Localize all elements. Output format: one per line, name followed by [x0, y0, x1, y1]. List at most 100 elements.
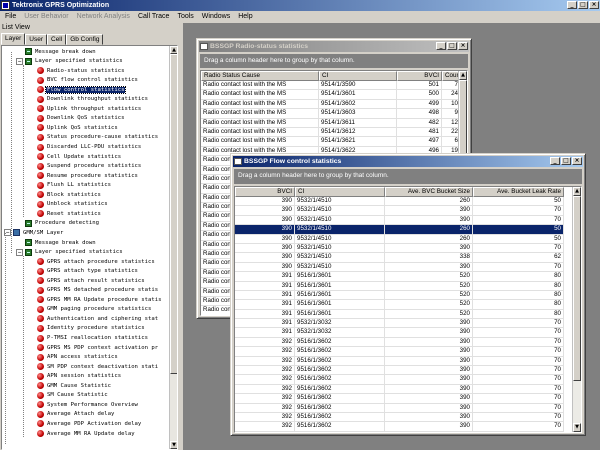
table-row[interactable]: 3929516/1/360239070: [235, 431, 564, 432]
maximize-button[interactable]: □: [561, 157, 571, 165]
tree-item[interactable]: Downlink QoS statistics: [37, 114, 125, 123]
menu-help[interactable]: Help: [234, 13, 256, 20]
tab-layer[interactable]: Layer: [1, 33, 26, 45]
tab-user[interactable]: User: [25, 34, 47, 45]
grid-scrollbar[interactable]: ▲ ▼: [572, 187, 581, 432]
table-row[interactable]: 390 9532/1/4510 260 50: [235, 197, 564, 207]
table-row[interactable]: 3929516/1/360239070: [235, 403, 564, 413]
tree-item[interactable]: GMM Cause Statistic: [37, 381, 112, 390]
collapse-toggle-icon[interactable]: −: [16, 248, 23, 256]
table-row[interactable]: 391 9532/1/3032 390 70: [235, 328, 564, 338]
maximize-button[interactable]: □: [447, 42, 457, 50]
tab-gb-config[interactable]: Gb Config: [66, 34, 104, 45]
menu-tools[interactable]: Tools: [173, 13, 197, 20]
tree-item[interactable]: Layer specified statistics: [25, 248, 124, 257]
table-row[interactable]: 390 9532/1/4510 390 70: [235, 215, 564, 226]
table-row[interactable]: Radio contact lost with the MS 9514/1/361…: [201, 127, 461, 138]
tree-item[interactable]: Unblock statistics: [37, 200, 109, 209]
tree-item[interactable]: Cell Update statistics: [37, 152, 122, 161]
tree-item[interactable]: GPRS MS detached procedure statis: [37, 286, 159, 295]
tree-item[interactable]: GMM/SM Layer: [13, 228, 64, 237]
column-header-ci[interactable]: CI: [319, 71, 397, 81]
close-button[interactable]: ×: [572, 157, 582, 165]
column-header-ave-bucket-leak-rate[interactable]: Ave. Bucket Leak Rate: [473, 187, 564, 197]
tree-item[interactable]: SM Cause Statistic: [37, 391, 109, 400]
flow-control-window[interactable]: BSSGP Flow control statistics _ □ × Drag…: [230, 153, 586, 436]
menu-user-behavior[interactable]: User Behavior: [20, 13, 72, 20]
table-row[interactable]: Radio contact lost with the MS 9514/1/362…: [201, 137, 461, 147]
table-row[interactable]: 390 9532/1/4510 260 50: [235, 225, 564, 235]
tree-item[interactable]: Reset statistics: [37, 209, 102, 218]
radio-status-titlebar[interactable]: BSSGP Radio-status statistics _ □ ×: [199, 41, 469, 52]
scroll-thumb[interactable]: [573, 196, 581, 381]
tree-scrollbar[interactable]: ▲ ▼: [169, 46, 177, 449]
menu-call-trace[interactable]: Call Trace: [134, 13, 174, 20]
tree-item[interactable]: Flow control statistics: [37, 85, 127, 94]
table-row[interactable]: 391 9516/1/3601 520 80: [235, 281, 564, 291]
scroll-thumb[interactable]: [170, 54, 177, 374]
tree-item[interactable]: Uplink throughput statistics: [37, 104, 142, 113]
tree-item[interactable]: BVC flow control statistics: [37, 76, 139, 85]
table-row[interactable]: Radio contact lost with the MS 9514/1/361…: [201, 118, 461, 128]
minimize-button[interactable]: _: [567, 1, 577, 9]
tree-item[interactable]: Average PDP Activation delay: [37, 419, 142, 428]
column-header-ave-bvc-bucket-size[interactable]: Ave. BVC Bucket Size: [385, 187, 473, 197]
table-row[interactable]: 391 9516/1/3601 520 80: [235, 290, 564, 301]
table-row[interactable]: 391 9532/1/3032 390 70: [235, 319, 564, 329]
tree-item[interactable]: Radio-status statistics: [37, 66, 125, 75]
table-row[interactable]: 3929516/1/360239070: [235, 375, 564, 385]
scroll-up-arrow-icon[interactable]: ▲: [170, 46, 177, 54]
scroll-up-arrow-icon[interactable]: ▲: [573, 187, 581, 196]
table-row[interactable]: 391 9516/1/3601 520 80: [235, 309, 564, 320]
tree-item[interactable]: GMM paging procedure statistics: [37, 305, 152, 314]
scroll-down-arrow-icon[interactable]: ▼: [170, 441, 177, 449]
tree-item[interactable]: GPRS MM RA Update procedure statis: [37, 295, 163, 304]
menu-network-analysis[interactable]: Network Analysis: [73, 13, 134, 20]
column-header-bvci[interactable]: BVCI: [397, 71, 442, 81]
table-row[interactable]: 3929516/1/360239070: [235, 394, 564, 404]
table-row[interactable]: 390 9532/1/4510 390 70: [235, 243, 564, 254]
flow-control-titlebar[interactable]: BSSGP Flow control statistics _ □ ×: [233, 156, 583, 167]
tree-item[interactable]: Layer specified statistics: [25, 57, 124, 66]
tree-item[interactable]: Message break down: [25, 47, 97, 56]
close-button[interactable]: ×: [589, 1, 599, 9]
menu-windows[interactable]: Windows: [198, 13, 234, 20]
table-row[interactable]: 3929516/1/360239070: [235, 347, 564, 357]
flow-control-grid[interactable]: BVCI CI Ave. BVC Bucket Size Ave. Bucket Le…: [234, 186, 582, 433]
group-by-hint[interactable]: Drag a column header here to group by th…: [200, 54, 468, 68]
tree-item[interactable]: Discarded LLC-PDU statistics: [37, 143, 142, 152]
tree-item[interactable]: Average Attach delay: [37, 410, 115, 419]
close-button[interactable]: ×: [458, 42, 468, 50]
table-row[interactable]: 390 9532/1/4510 260 50: [235, 234, 564, 244]
tree-item[interactable]: Procedure detecting: [25, 219, 100, 228]
tree-item[interactable]: Average MM RA Update delay: [37, 429, 136, 438]
table-row[interactable]: 390 9532/1/4510 338 62: [235, 253, 564, 263]
tree-item[interactable]: Authentication and ciphering stat: [37, 314, 159, 323]
tree-item[interactable]: System Performance Overview: [37, 400, 139, 409]
column-header-bvci[interactable]: BVCI: [235, 187, 295, 197]
tree-item[interactable]: Resume procedure statistics: [37, 171, 139, 180]
collapse-toggle-icon[interactable]: −: [16, 57, 23, 65]
table-row[interactable]: 3929516/1/360239070: [235, 337, 564, 348]
tree-item[interactable]: Uplink QoS statistics: [37, 123, 119, 132]
tree-item[interactable]: Message break down: [25, 238, 97, 247]
table-row[interactable]: Radio contact lost with the MS 9514/1/360…: [201, 109, 461, 119]
table-row[interactable]: 390 9532/1/4510 390 70: [235, 262, 564, 273]
table-row[interactable]: 391 9516/1/3601 520 80: [235, 272, 564, 282]
column-header-ci[interactable]: CI: [295, 187, 385, 197]
tree-item[interactable]: APN access statistics: [37, 353, 119, 362]
tree-item[interactable]: APN session statistics: [37, 372, 122, 381]
tree-item[interactable]: GPRS attach type statistics: [37, 267, 139, 276]
tree-item[interactable]: Block statistics: [37, 190, 102, 199]
tree-item[interactable]: GPRS MS PDP context activation pr: [37, 343, 159, 352]
tree-item[interactable]: Status procedure-cause statistics: [37, 133, 159, 142]
tree-item[interactable]: Downlink throughput statistics: [37, 95, 149, 104]
table-row[interactable]: Radio contact lost with the MS 9514/1/360…: [201, 99, 461, 110]
table-row[interactable]: 391 9516/1/3601 520 80: [235, 300, 564, 310]
tree-item[interactable]: P-TMSI reallocation statistics: [37, 334, 149, 343]
tree-item[interactable]: GPRS attach procedure statistics: [37, 257, 156, 266]
menu-file[interactable]: File: [1, 13, 20, 20]
tree-item[interactable]: Flush LL statistics: [37, 181, 112, 190]
minimize-button[interactable]: _: [550, 157, 560, 165]
maximize-button[interactable]: □: [578, 1, 588, 9]
